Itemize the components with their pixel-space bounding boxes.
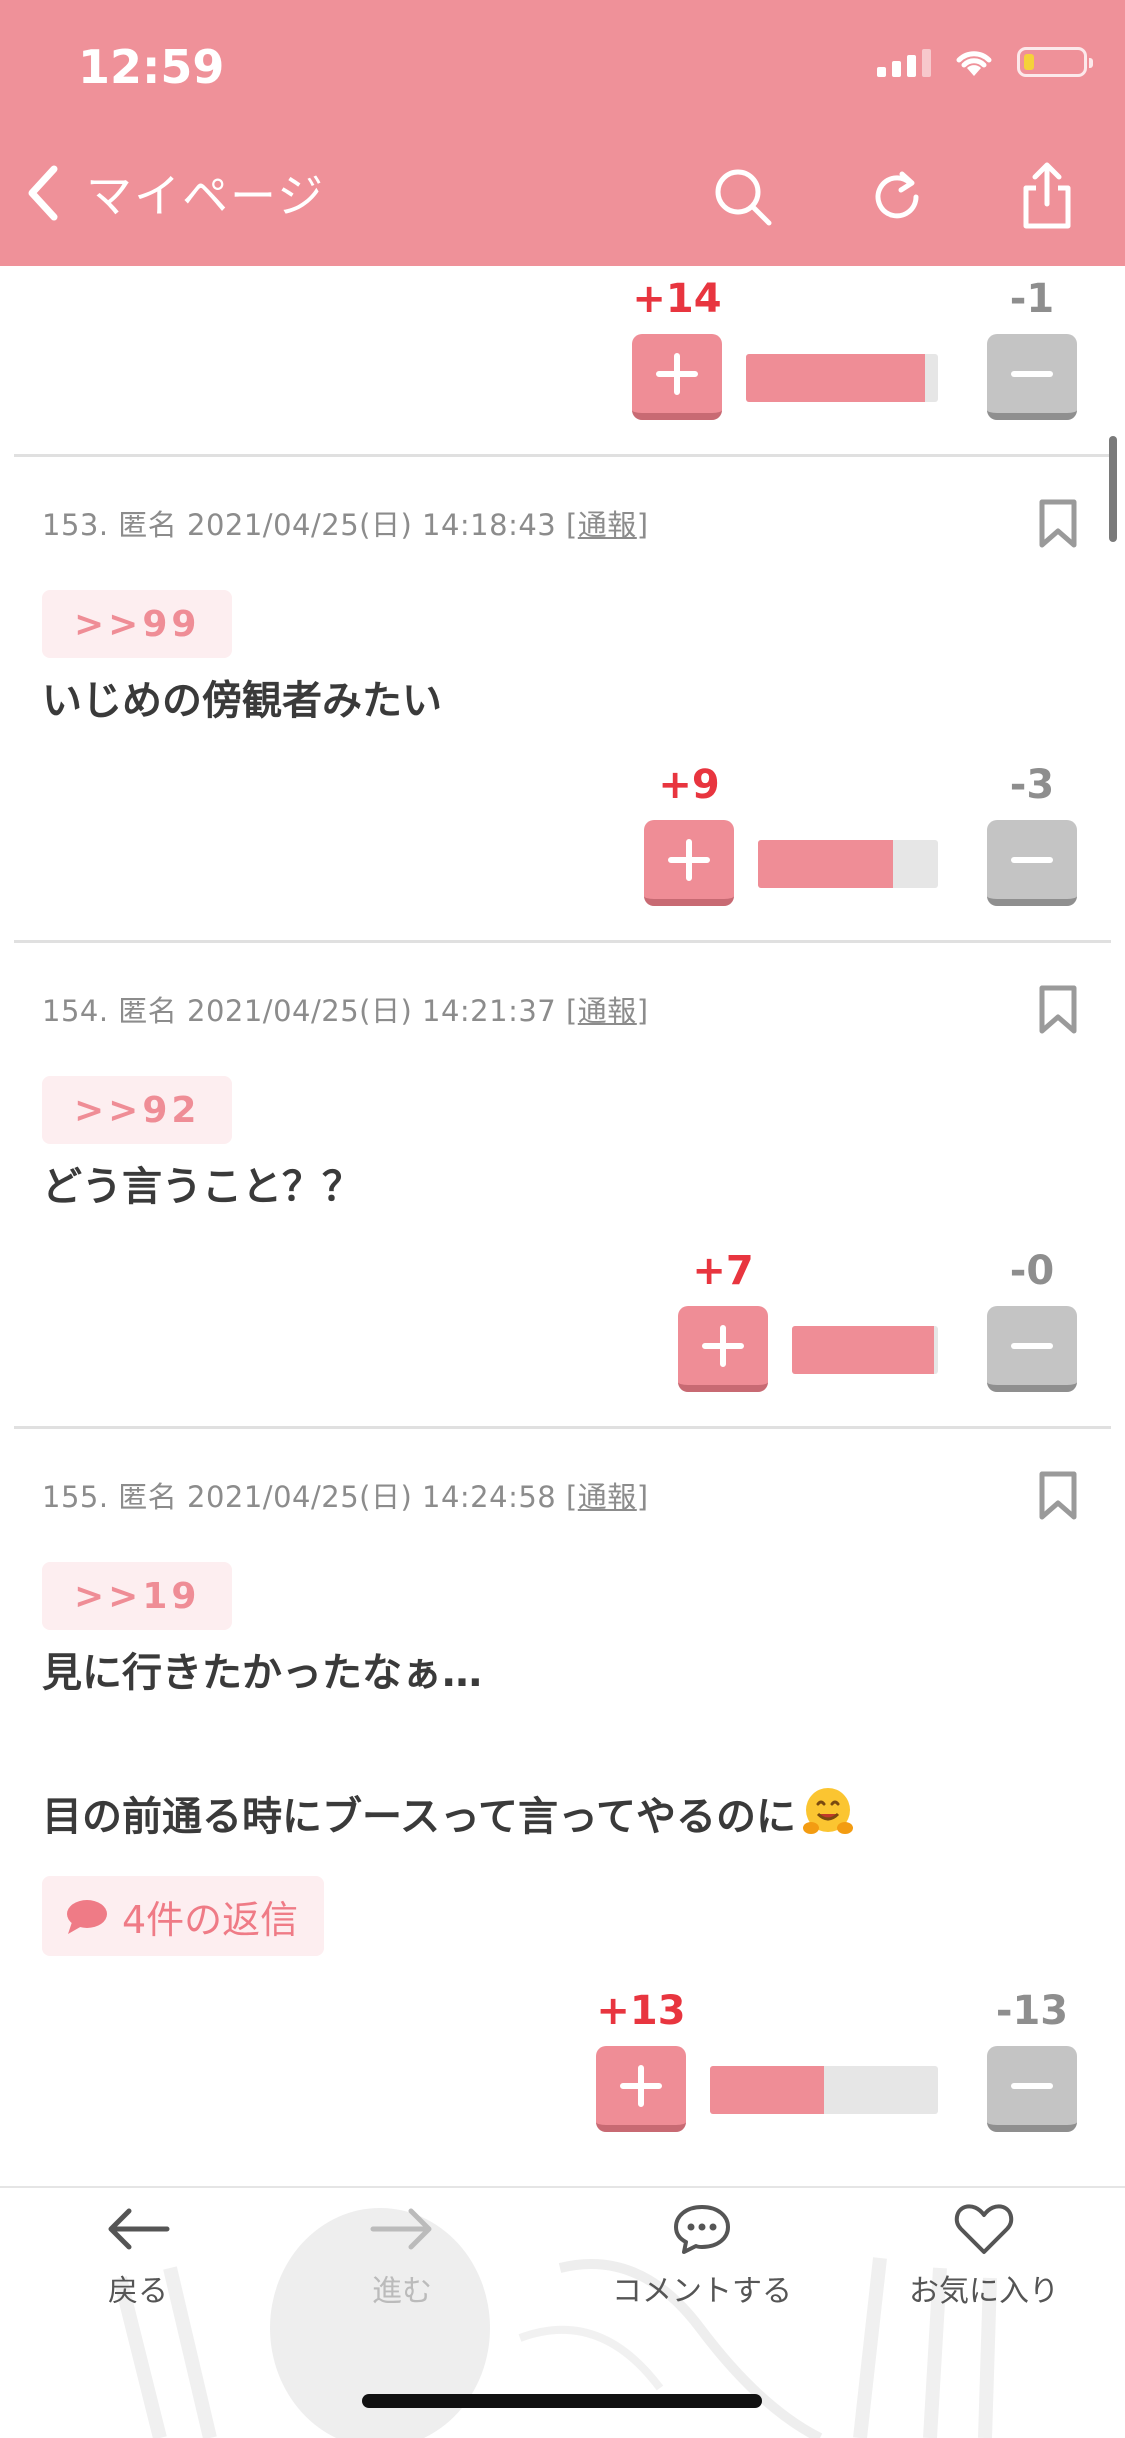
vote-ratio-bar xyxy=(758,840,938,888)
minus-count: -0 xyxy=(1009,1248,1055,1294)
plus-icon xyxy=(668,838,710,881)
signal-icon xyxy=(877,47,931,77)
plus-vote-button[interactable] xyxy=(678,1306,768,1392)
plus-count: +14 xyxy=(632,276,722,322)
comment-body: いじめの傍観者みたい xyxy=(42,678,442,724)
tab-forward[interactable]: 進む xyxy=(292,2202,512,2310)
anchor-link[interactable]: >>92 xyxy=(42,1076,233,1144)
battery-icon xyxy=(1017,47,1093,77)
comment-meta: 154. 匿名 2021/04/25(日) 14:21:37 [通報] xyxy=(42,988,649,1030)
comment-meta-end: ] xyxy=(636,508,649,542)
comment-meta-text: 154. 匿名 2021/04/25(日) 14:21:37 [ xyxy=(42,994,578,1028)
share-icon[interactable] xyxy=(1018,160,1076,232)
comment-meta: 155. 匿名 2021/04/25(日) 14:24:58 [通報] xyxy=(42,1474,649,1516)
minus-icon xyxy=(1011,2082,1053,2089)
minus-icon xyxy=(1011,856,1053,863)
chevron-left-icon xyxy=(28,165,58,221)
bookmark-icon[interactable] xyxy=(1037,1470,1079,1522)
plus-vote-button[interactable] xyxy=(596,2046,686,2132)
comment-bubble-icon xyxy=(674,2205,730,2254)
plus-icon xyxy=(620,2064,662,2107)
comment-body-text: 目の前通る時にブースって言ってやるのに xyxy=(42,1794,796,1840)
comment-meta-end: ] xyxy=(636,1480,649,1514)
comment-body: どう言うこと？？ xyxy=(42,1164,362,1210)
plus-vote-button[interactable] xyxy=(644,820,734,906)
tab-comment-label: コメントする xyxy=(612,2274,792,2309)
anchor-link[interactable]: >>99 xyxy=(42,590,233,658)
minus-vote-button[interactable] xyxy=(987,1306,1077,1392)
search-icon[interactable] xyxy=(712,166,774,228)
report-link[interactable]: 通報 xyxy=(578,1480,637,1514)
tab-favorite[interactable]: お気に入り xyxy=(874,2202,1094,2310)
vote-ratio-fill xyxy=(758,840,893,888)
report-link[interactable]: 通報 xyxy=(578,508,637,542)
refresh-icon[interactable] xyxy=(866,166,928,228)
home-indicator[interactable] xyxy=(362,2394,762,2408)
comment-meta-text: 155. 匿名 2021/04/25(日) 14:24:58 [ xyxy=(42,1480,578,1514)
minus-count: -13 xyxy=(995,1988,1069,2034)
plus-icon xyxy=(656,352,698,395)
minus-count: -3 xyxy=(1009,762,1055,808)
comment-list[interactable]: +14 -1 153. 匿名 2021/04/25(日) 14:18:43 [通… xyxy=(0,266,1125,2186)
comment-meta: 153. 匿名 2021/04/25(日) 14:18:43 [通報] xyxy=(42,502,649,544)
vote-ratio-bar xyxy=(710,2066,938,2114)
report-link[interactable]: 通報 xyxy=(578,994,637,1028)
comment-meta-end: ] xyxy=(636,994,649,1028)
vote-ratio-bar xyxy=(792,1326,938,1374)
plus-count: +7 xyxy=(692,1248,754,1294)
divider xyxy=(14,1426,1111,1429)
tab-comment[interactable]: コメントする xyxy=(592,2202,812,2310)
minus-vote-button[interactable] xyxy=(987,820,1077,906)
comment-body: 見に行きたかったなぁ… xyxy=(42,1650,482,1696)
replies-label: 4件の返信 xyxy=(122,1897,299,1942)
tab-back-label: 戻る xyxy=(108,2274,168,2309)
arrow-left-icon xyxy=(108,2208,170,2250)
divider xyxy=(14,940,1111,943)
vote-ratio-bar xyxy=(746,354,938,402)
anchor-link[interactable]: >>19 xyxy=(42,1562,233,1630)
minus-icon xyxy=(1011,370,1053,377)
speech-bubble-icon xyxy=(67,1900,107,1934)
vote-ratio-fill xyxy=(746,354,925,402)
tab-favorite-label: お気に入り xyxy=(909,2274,1059,2309)
status-time: 12:59 xyxy=(78,40,225,94)
status-icons xyxy=(877,46,1093,78)
comment-meta-text: 153. 匿名 2021/04/25(日) 14:18:43 [ xyxy=(42,508,578,542)
replies-button[interactable]: 4件の返信 xyxy=(42,1876,325,1956)
app-header: 12:59 マイページ xyxy=(0,0,1125,266)
minus-vote-button[interactable] xyxy=(987,334,1077,420)
comment-body-line: 目の前通る時にブースって言ってやるのに xyxy=(42,1784,856,1842)
hugging-face-emoji-icon xyxy=(803,1788,853,1834)
tab-forward-label: 進む xyxy=(372,2274,432,2309)
minus-count: -1 xyxy=(1009,276,1055,322)
plus-icon xyxy=(702,1324,744,1367)
divider xyxy=(14,454,1111,457)
arrow-right-icon xyxy=(370,2208,432,2250)
plus-vote-button[interactable] xyxy=(632,334,722,420)
vote-ratio-fill xyxy=(792,1326,934,1374)
vote-ratio-fill xyxy=(710,2066,824,2114)
nav-back-label: マイページ xyxy=(86,169,326,223)
tab-back[interactable]: 戻る xyxy=(28,2202,248,2310)
plus-count: +13 xyxy=(596,1988,686,2034)
minus-vote-button[interactable] xyxy=(987,2046,1077,2132)
bookmark-icon[interactable] xyxy=(1037,498,1079,550)
wifi-icon xyxy=(956,51,992,76)
heart-icon xyxy=(954,2204,1014,2254)
bookmark-icon[interactable] xyxy=(1037,984,1079,1036)
scroll-indicator[interactable] xyxy=(1109,436,1117,542)
plus-count: +9 xyxy=(658,762,720,808)
minus-icon xyxy=(1011,1342,1053,1349)
back-to-mypage-button[interactable]: マイページ xyxy=(22,160,325,226)
